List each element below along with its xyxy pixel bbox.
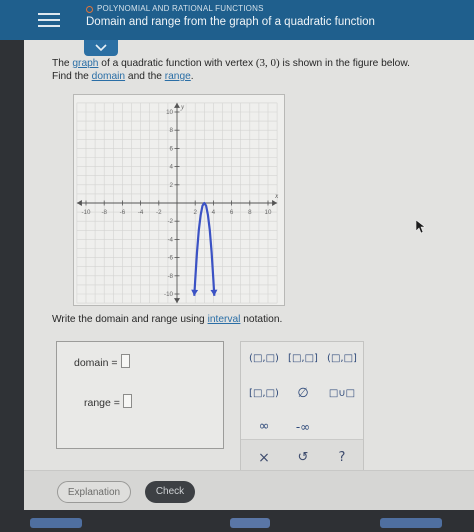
topic-circle-icon [86,6,93,13]
question-part2: of a quadratic function with vertex [98,58,256,69]
range-label: range = [84,397,120,409]
range-input[interactable] [122,394,132,408]
range-link[interactable]: range [165,71,191,82]
closed-closed-interval-button[interactable]: [□,□] [284,349,322,369]
question-part1: The [52,58,73,69]
interval-link[interactable]: interval [208,314,241,325]
question-part3: is shown in the figure below. [279,58,410,69]
chevron-down-icon [95,44,107,52]
left-rail [0,40,24,510]
x-axis-arrow-right [272,200,278,206]
y-tick-label: 6 [170,145,174,152]
explanation-button[interactable]: Explanation [57,481,131,503]
page: POLYNOMIAL AND RATIONAL FUNCTIONS Domain… [0,0,474,532]
y-tick-label: -2 [167,218,173,225]
graph-link[interactable]: graph [72,58,98,69]
quadratic-graph: x y -10 -8 -6 -4 -2 2 4 6 8 10 10 8 6 4 2 -2 -4 -6 -8 -10 [76,102,279,304]
y-axis-arrow-up [174,102,180,108]
negative-infinity-button[interactable]: -∞ [284,417,322,437]
question-part5: and the [125,71,165,82]
topic-text: POLYNOMIAL AND RATIONAL FUNCTIONS [97,4,264,13]
instruction-part2: notation. [240,314,283,325]
clear-button[interactable]: × [245,448,283,468]
x-axis-label: x [274,192,279,200]
domain-row: domain = [74,354,130,369]
instruction-text: Write the domain and range using interva… [52,314,282,325]
y-tick-label: -10 [164,291,174,298]
undo-button[interactable]: ↺ [284,448,322,468]
open-closed-interval-button[interactable]: (□,□] [323,349,361,369]
taskbar-item[interactable] [30,518,82,528]
x-tick-label: -10 [82,209,92,216]
mouse-pointer-icon [416,220,426,234]
x-tick-label: -2 [156,209,162,216]
taskbar-item[interactable] [230,518,270,528]
x-tick-label: 6 [230,209,234,216]
help-button[interactable]: ? [323,448,361,468]
x-tick-label: 8 [248,209,252,216]
y-tick-label: 4 [170,164,174,171]
math-palette: (□,□) [□,□] (□,□] [□,□) ∅ □∪□ ∞ -∞ × ↺ ? [240,341,364,477]
y-tick-label: 10 [166,109,173,116]
taskbar-item[interactable] [380,518,442,528]
closed-open-interval-button[interactable]: [□,□) [245,384,283,404]
x-tick-label: 4 [212,209,216,216]
y-axis-label: y [180,103,185,111]
x-tick-label: -6 [120,209,126,216]
y-tick-label: 2 [170,182,174,189]
open-open-interval-button[interactable]: (□,□) [245,349,283,369]
page-title: Domain and range from the graph of a qua… [86,16,375,28]
domain-label: domain = [74,357,118,369]
check-button[interactable]: Check [145,481,195,503]
domain-input[interactable] [120,354,130,368]
x-tick-label: 10 [265,209,272,216]
question-part4: Find the [52,71,92,82]
y-tick-label: 8 [170,127,174,134]
hamburger-icon[interactable] [34,8,64,32]
curve-arrow-right [210,289,218,296]
union-button[interactable]: □∪□ [323,384,361,404]
collapse-button[interactable] [84,40,118,56]
header-bar: POLYNOMIAL AND RATIONAL FUNCTIONS Domain… [0,0,474,40]
y-axis-arrow-down [174,298,180,304]
infinity-button[interactable]: ∞ [245,417,283,437]
vertex-value: (3, 0) [255,57,280,69]
question-part6: . [190,71,194,82]
empty-set-button[interactable]: ∅ [284,384,322,404]
graph-panel: x y -10 -8 -6 -4 -2 2 4 6 8 10 10 8 6 4 2 -2 -4 -6 -8 -10 [73,94,285,306]
x-axis-arrow-left [76,200,82,206]
x-tick-label: -8 [101,209,107,216]
domain-link[interactable]: domain [92,71,125,82]
x-tick-label: 2 [193,209,197,216]
curve-arrow-left [191,289,199,296]
x-tick-label: -4 [138,209,144,216]
y-tick-label: -6 [167,255,173,262]
range-row: range = [84,394,132,409]
question-text: The graph of a quadratic function with v… [52,57,452,83]
answer-panel: domain = range = [56,341,224,449]
instruction-part1: Write the domain and range using [52,314,208,325]
y-tick-label: -8 [167,273,173,280]
topic-label: POLYNOMIAL AND RATIONAL FUNCTIONS [86,4,264,13]
y-tick-label: -4 [167,236,173,243]
